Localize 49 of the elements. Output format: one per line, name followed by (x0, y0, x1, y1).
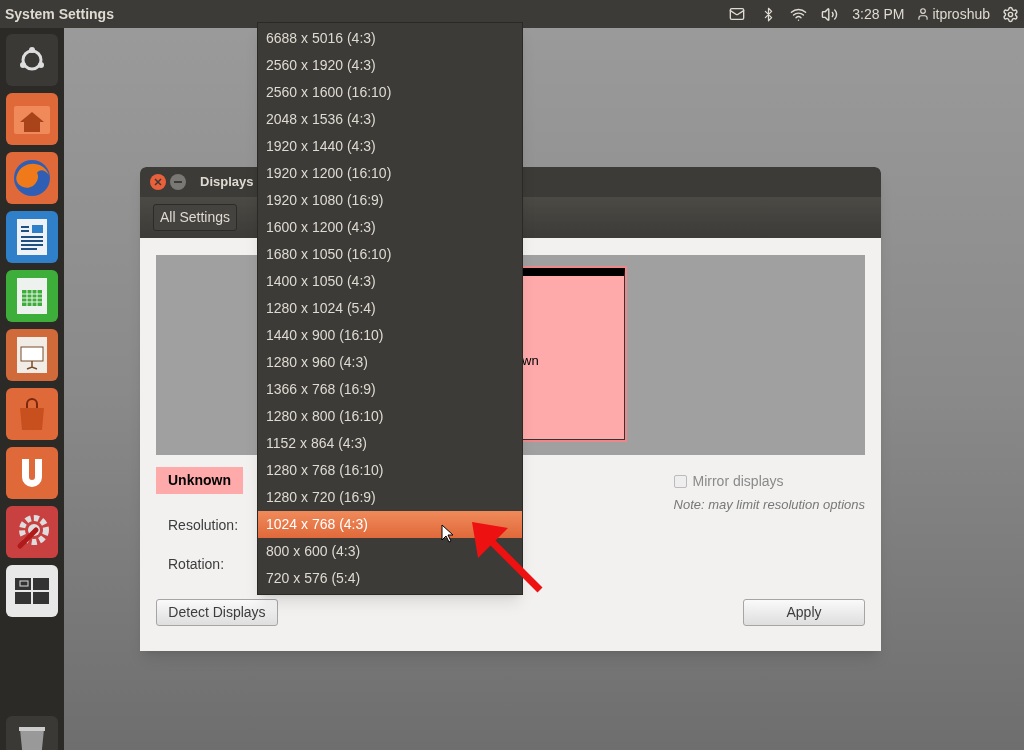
field-label: Resolution: (168, 515, 239, 532)
dialog-button[interactable]: Detect Displays (156, 598, 278, 626)
resolution-option[interactable]: 2560 x 1600 (16:10) (258, 79, 522, 106)
resolution-option[interactable]: 1280 x 800 (16:10) (258, 403, 522, 430)
volume-icon[interactable] (821, 5, 839, 23)
close-button[interactable] (150, 174, 166, 190)
workspace-switcher-icon[interactable] (6, 565, 58, 617)
resolution-option[interactable]: 1280 x 720 (16:9) (258, 484, 522, 511)
resolution-option[interactable]: 1400 x 1050 (4:3) (258, 268, 522, 295)
resolution-option[interactable]: 1680 x 1050 (16:10) (258, 241, 522, 268)
resolution-option[interactable]: 2048 x 1536 (4:3) (258, 106, 522, 133)
resolution-option[interactable]: 1152 x 864 (4:3) (258, 430, 522, 457)
dialog-button[interactable]: Apply (743, 598, 865, 626)
shopping-bag-icon[interactable] (6, 388, 58, 440)
user-icon[interactable] (916, 7, 931, 21)
u-shape-icon[interactable] (6, 447, 58, 499)
minimize-button[interactable] (170, 174, 186, 190)
field-label: Rotation: (168, 554, 225, 571)
resolution-option[interactable]: 1280 x 960 (4:3) (258, 349, 522, 376)
display-badge: Unknown (156, 467, 243, 494)
mouse-pointer-icon (441, 524, 453, 543)
document-icon[interactable] (6, 211, 58, 263)
ubuntu-logo-icon[interactable] (6, 34, 58, 86)
mail-icon[interactable] (729, 6, 746, 22)
close-icon (154, 178, 162, 186)
resolution-option[interactable]: 720 x 576 (5:4) (258, 565, 522, 592)
resolution-option[interactable]: 1440 x 900 (16:10) (258, 322, 522, 349)
app-title: System Settings (5, 4, 114, 24)
minimize-icon (174, 181, 182, 183)
clock[interactable]: 3:28 PM (852, 3, 905, 25)
resolution-option[interactable]: 2560 x 1920 (4:3) (258, 52, 522, 79)
resolution-option[interactable]: 1280 x 1024 (5:4) (258, 295, 522, 322)
presentation-icon[interactable] (6, 329, 58, 381)
resolution-option[interactable]: 1920 x 1080 (16:9) (258, 187, 522, 214)
monitor-label: wn (522, 352, 539, 370)
user-name[interactable]: itproshub (932, 3, 990, 25)
window-title: Displays (200, 173, 254, 192)
resolution-option[interactable]: 1366 x 768 (16:9) (258, 376, 522, 403)
settings-icon[interactable] (6, 506, 58, 558)
mirror-note: Note: may limit resolution options (673, 496, 865, 514)
spreadsheet-icon[interactable] (6, 270, 58, 322)
resolution-option[interactable]: 1600 x 1200 (4:3) (258, 214, 522, 241)
resolution-option[interactable]: 800 x 600 (4:3) (258, 538, 522, 565)
resolution-option[interactable]: 1280 x 768 (16:10) (258, 457, 522, 484)
resolution-option[interactable]: 6688 x 5016 (4:3) (258, 25, 522, 52)
all-settings-button[interactable]: All Settings (153, 204, 238, 231)
resolution-option[interactable]: 1920 x 1440 (4:3) (258, 133, 522, 160)
settings-icon[interactable] (1002, 5, 1019, 23)
resolution-option[interactable]: 1920 x 1200 (16:10) (258, 160, 522, 187)
